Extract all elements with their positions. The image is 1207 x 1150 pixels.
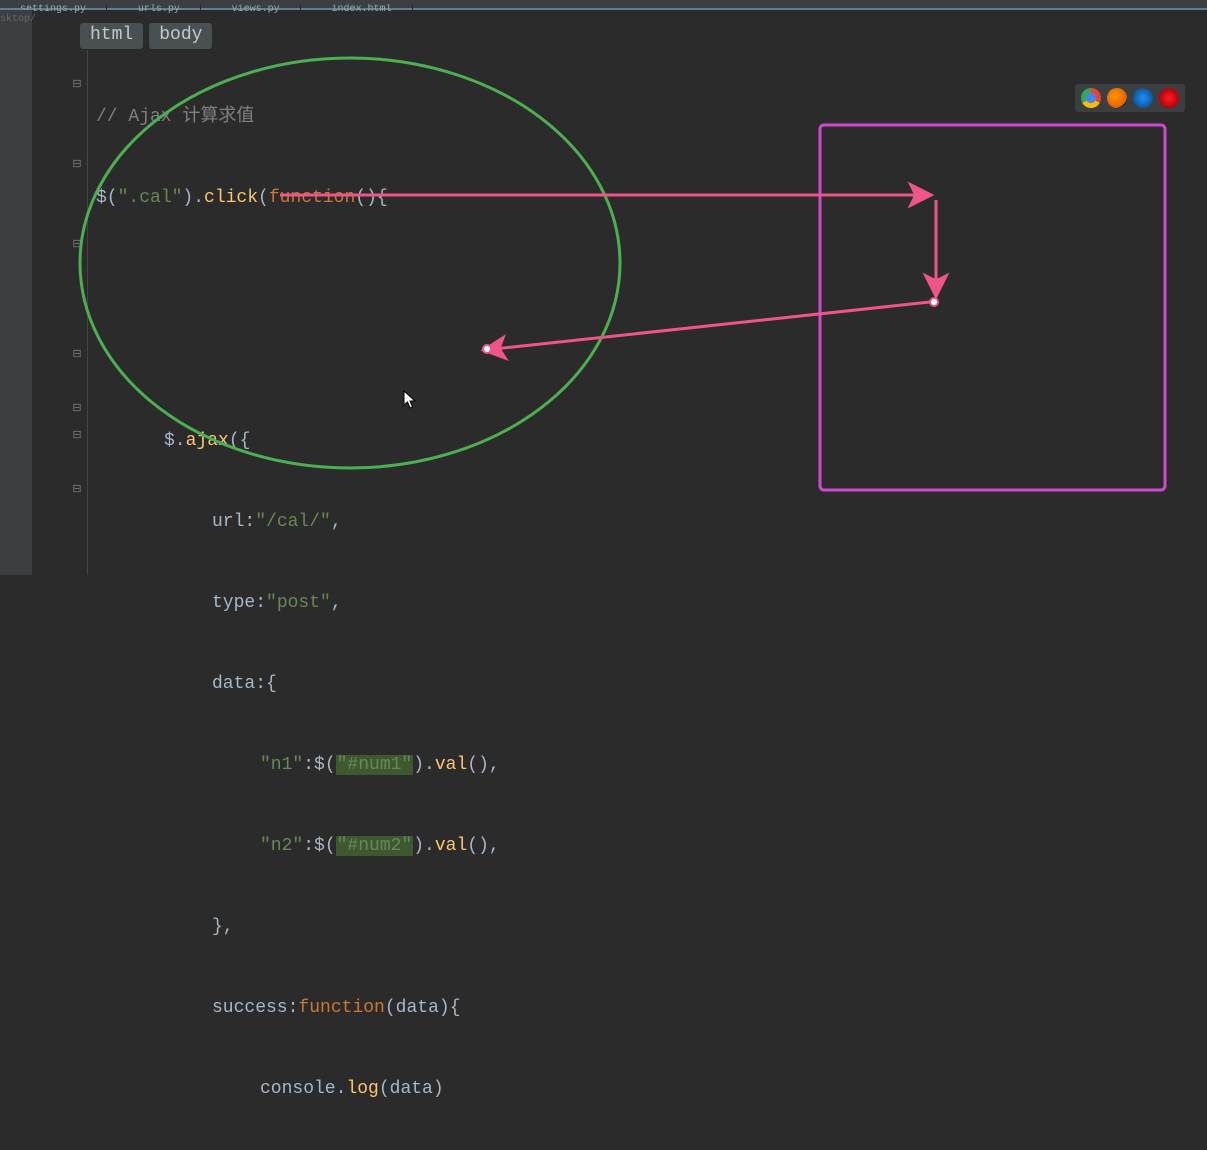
sidebar-path-fragment: sktop/ [0,14,32,25]
fold-icon[interactable]: ⊟ [72,80,82,90]
code-line: $.ajax({ [96,428,1207,455]
fold-icon[interactable]: ⊟ [72,404,82,414]
code-line: url:"/cal/", [96,509,1207,536]
browser-preview-toolbar [1075,84,1185,112]
fold-icon[interactable]: ⊟ [72,240,82,250]
code-line: }, [96,914,1207,941]
opera-icon[interactable] [1159,88,1179,108]
editor-gutter: ⊟ ⊟ ⊟ ⊟ ⊟ ⊟ ⊟ [40,50,88,575]
code-line: "n2":$("#num2").val(), [96,833,1207,860]
safari-icon[interactable] [1133,88,1153,108]
code-line: console.log(data) [96,1076,1207,1103]
fold-icon[interactable]: ⊟ [72,431,82,441]
code-line: "n1":$("#num1").val(), [96,752,1207,779]
code-line: $(".cal").click(function(){ [96,185,1207,212]
breadcrumb: html body [80,23,212,49]
file-tab[interactable]: index.html [311,4,412,14]
chrome-icon[interactable] [1081,88,1101,108]
fold-icon[interactable]: ⊟ [72,485,82,495]
editor-tabstrip: settings.py urls.py views.py index.html [0,0,1207,10]
fold-icon[interactable]: ⊟ [72,160,82,170]
breadcrumb-item[interactable]: html [80,23,143,49]
code-line: type:"post", [96,590,1207,617]
file-tab[interactable]: urls.py [118,4,201,14]
fold-icon[interactable]: ⊟ [72,350,82,360]
file-tab[interactable]: views.py [212,4,301,14]
code-line: // Ajax 计算求值 [96,104,1207,131]
code-line: success:function(data){ [96,995,1207,1022]
firefox-icon[interactable] [1107,88,1127,108]
breadcrumb-item[interactable]: body [149,23,212,49]
project-sidebar[interactable]: sktop/ [0,10,32,575]
code-editor[interactable]: // Ajax 计算求值 $(".cal").click(function(){… [96,50,1207,575]
code-line: data:{ [96,671,1207,698]
